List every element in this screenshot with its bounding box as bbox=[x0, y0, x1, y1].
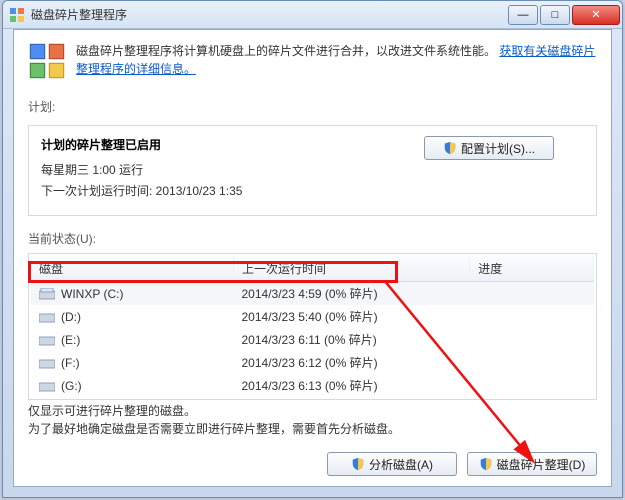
drive-progress bbox=[470, 351, 594, 374]
drive-name: (E:) bbox=[61, 333, 80, 347]
defrag-app-icon bbox=[9, 7, 25, 23]
window-controls: ― □ ✕ bbox=[506, 5, 620, 25]
window-title: 磁盘碎片整理程序 bbox=[31, 6, 506, 23]
analyze-disk-label: 分析磁盘(A) bbox=[369, 456, 433, 473]
schedule-enabled-title: 计划的碎片整理已启用 bbox=[41, 136, 412, 153]
drive-icon bbox=[39, 357, 55, 369]
configure-schedule-label: 配置计划(S)... bbox=[461, 140, 535, 157]
current-status-label: 当前状态(U): bbox=[28, 230, 597, 247]
intro-text-block: 磁盘碎片整理程序将计算机硬盘上的碎片文件进行合并，以改进文件系统性能。 获取有关… bbox=[76, 42, 597, 80]
table-row[interactable]: (D:) 2014/3/23 5:40 (0% 碎片) bbox=[31, 305, 594, 328]
drive-progress bbox=[470, 374, 594, 397]
schedule-frequency: 每星期三 1:00 运行 bbox=[41, 161, 412, 178]
drive-name: (F:) bbox=[61, 356, 80, 370]
plan-label: 计划: bbox=[28, 98, 597, 115]
dialog-window: 磁盘碎片整理程序 ― □ ✕ 磁盘碎片整理程序将计算机硬盘上的碎片文件进行合并，… bbox=[2, 0, 623, 498]
drive-last-run: 2014/3/23 5:40 (0% 碎片) bbox=[234, 305, 470, 328]
titlebar[interactable]: 磁盘碎片整理程序 ― □ ✕ bbox=[3, 1, 622, 29]
footnote: 仅显示可进行碎片整理的磁盘。 为了最好地确定磁盘是否需要立即进行碎片整理，需要首… bbox=[28, 402, 597, 438]
close-button[interactable]: ✕ bbox=[572, 5, 620, 25]
drive-name: (G:) bbox=[61, 379, 82, 393]
disk-table: 磁盘 上一次运行时间 进度 WINXP (C:) 2014/3/23 4:59 … bbox=[31, 256, 594, 397]
maximize-button[interactable]: □ bbox=[540, 5, 570, 25]
minimize-button[interactable]: ― bbox=[508, 5, 538, 25]
drive-last-run: 2014/3/23 4:59 (0% 碎片) bbox=[234, 282, 470, 306]
col-disk[interactable]: 磁盘 bbox=[31, 256, 234, 282]
intro-banner: 磁盘碎片整理程序将计算机硬盘上的碎片文件进行合并，以改进文件系统性能。 获取有关… bbox=[28, 42, 597, 80]
drive-icon bbox=[39, 334, 55, 346]
schedule-box: 计划的碎片整理已启用 每星期三 1:00 运行 下一次计划运行时间: 2013/… bbox=[28, 125, 597, 216]
shield-icon bbox=[479, 457, 493, 471]
configure-schedule-button[interactable]: 配置计划(S)... bbox=[424, 136, 554, 160]
footer-buttons: 分析磁盘(A) 磁盘碎片整理(D) bbox=[327, 452, 597, 476]
defrag-big-icon bbox=[28, 42, 66, 80]
content-pane: 磁盘碎片整理程序将计算机硬盘上的碎片文件进行合并，以改进文件系统性能。 获取有关… bbox=[13, 29, 612, 487]
drive-progress bbox=[470, 282, 594, 306]
schedule-next-run: 下一次计划运行时间: 2013/10/23 1:35 bbox=[41, 182, 412, 199]
table-row[interactable]: (G:) 2014/3/23 6:13 (0% 碎片) bbox=[31, 374, 594, 397]
drive-last-run: 2014/3/23 6:13 (0% 碎片) bbox=[234, 374, 470, 397]
drive-name: (D:) bbox=[61, 310, 81, 324]
drive-icon bbox=[39, 380, 55, 392]
shield-icon bbox=[351, 457, 365, 471]
footnote-line1: 仅显示可进行碎片整理的磁盘。 bbox=[28, 402, 597, 420]
drive-last-run: 2014/3/23 6:11 (0% 碎片) bbox=[234, 328, 470, 351]
table-row[interactable]: WINXP (C:) 2014/3/23 4:59 (0% 碎片) bbox=[31, 282, 594, 306]
analyze-disk-button[interactable]: 分析磁盘(A) bbox=[327, 452, 457, 476]
drive-name: WINXP (C:) bbox=[61, 287, 123, 301]
drive-icon bbox=[39, 288, 55, 300]
defragment-disk-button[interactable]: 磁盘碎片整理(D) bbox=[467, 452, 597, 476]
shield-icon bbox=[443, 141, 457, 155]
col-progress[interactable]: 进度 bbox=[470, 256, 594, 282]
table-row[interactable]: (E:) 2014/3/23 6:11 (0% 碎片) bbox=[31, 328, 594, 351]
drive-progress bbox=[470, 328, 594, 351]
defragment-disk-label: 磁盘碎片整理(D) bbox=[497, 456, 586, 473]
drive-last-run: 2014/3/23 6:12 (0% 碎片) bbox=[234, 351, 470, 374]
drive-icon bbox=[39, 311, 55, 323]
disk-table-wrap: 磁盘 上一次运行时间 进度 WINXP (C:) 2014/3/23 4:59 … bbox=[28, 253, 597, 400]
drive-progress bbox=[470, 305, 594, 328]
footnote-line2: 为了最好地确定磁盘是否需要立即进行碎片整理，需要首先分析磁盘。 bbox=[28, 420, 597, 438]
col-last-run[interactable]: 上一次运行时间 bbox=[234, 256, 470, 282]
intro-text: 磁盘碎片整理程序将计算机硬盘上的碎片文件进行合并，以改进文件系统性能。 bbox=[76, 44, 496, 58]
table-row[interactable]: (F:) 2014/3/23 6:12 (0% 碎片) bbox=[31, 351, 594, 374]
